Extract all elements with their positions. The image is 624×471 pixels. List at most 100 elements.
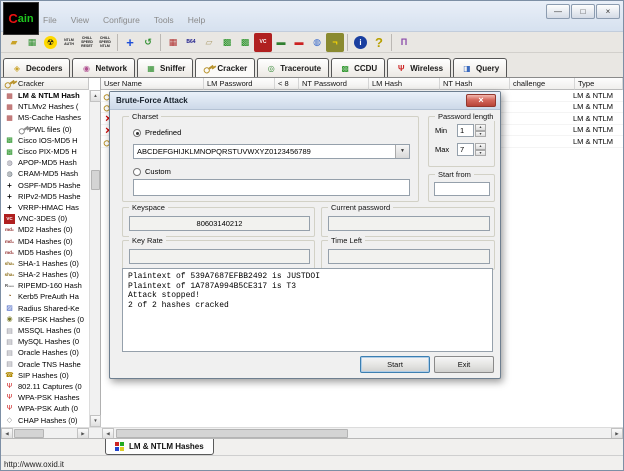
close-button[interactable]: ×	[596, 4, 620, 19]
tab-traceroute[interactable]: ◎ Traceroute	[257, 58, 329, 77]
minimize-button[interactable]: —	[546, 4, 570, 19]
scroll-down-icon[interactable]: ▼	[90, 415, 101, 427]
sidebar-item-cisco-pix-md5[interactable]: ▩ Cisco PIX-MD5 H	[1, 146, 89, 157]
menu-item[interactable]: Configure	[103, 15, 140, 25]
tab-cracker[interactable]: Cracker	[195, 58, 255, 77]
card-file-icon[interactable]: ▦	[23, 33, 41, 52]
sidebar-item-sha1-hashes[interactable]: sha₁ SHA-1 Hashes (0)	[1, 258, 89, 269]
lsa-monitor-icon[interactable]: ▩	[218, 33, 236, 52]
toolbar-separator[interactable]	[391, 34, 392, 51]
scrollbar-thumb[interactable]	[14, 429, 44, 438]
tab-network[interactable]: ◉ Network	[72, 58, 135, 77]
sidebar-item-ripv2-md5[interactable]: + RIPv2-MD5 Hashe	[1, 191, 89, 202]
toolbar-separator[interactable]	[117, 34, 118, 51]
toolbar-separator[interactable]	[347, 34, 348, 51]
sidebar-item-md4-hashes[interactable]: md₄ MD4 Hashes (0)	[1, 235, 89, 246]
sidebar-item-80211-captures[interactable]: Ψ 802.11 Captures (0	[1, 381, 89, 392]
sidebar-item-apop-md5[interactable]: ◍ APOP-MD5 Hash	[1, 157, 89, 168]
exit-button[interactable]: Exit	[434, 356, 494, 373]
sidebar-item-sip-hashes[interactable]: ☎ SIP Hashes (0)	[1, 370, 89, 381]
sidebar-item-vrrp-hmac[interactable]: + VRRP-HMAC Has	[1, 202, 89, 213]
scrollbar-thumb[interactable]	[116, 429, 348, 438]
sidebar-item-mssql-hashes[interactable]: ▤ MSSQL Hashes (0	[1, 325, 89, 336]
stepper-arrows[interactable]: ▲▼	[475, 124, 486, 137]
dialog-title-bar[interactable]: Brute-Force Attack	[110, 92, 500, 110]
green-box-icon[interactable]: ▬	[272, 33, 290, 52]
sidebar-item-cisco-ios-md5[interactable]: ▩ Cisco IOS-MD5 H	[1, 135, 89, 146]
spiral-icon[interactable]: ◍	[308, 33, 326, 52]
title-bar[interactable]: File View Configure Tools Help — □ ×	[1, 1, 623, 32]
sidebar-vertical-scrollbar[interactable]: ▲ ▼	[89, 90, 100, 427]
radioactive-icon[interactable]: ☢	[44, 36, 57, 49]
arrow-down-icon[interactable]: ▼	[475, 131, 486, 138]
column-lm-hash[interactable]: LM Hash	[369, 78, 440, 90]
exit-column-icon[interactable]: Π	[395, 33, 413, 52]
tree-header-cracker[interactable]: Cracker	[1, 78, 89, 90]
sidebar-item-wpa-psk-auth[interactable]: Ψ WPA-PSK Auth (0	[1, 403, 89, 414]
tab-query[interactable]: ◨ Query	[453, 58, 507, 77]
sidebar-item-kerb5-preauth[interactable]: ◔ Kerb5 PreAuth Ha	[1, 291, 89, 302]
red-card-icon[interactable]: ▦	[164, 33, 182, 52]
column-lm-password[interactable]: LM Password	[204, 78, 275, 90]
predefined-radio[interactable]: Predefined	[133, 128, 181, 137]
notepad-icon[interactable]: ▱	[200, 33, 218, 52]
maximize-button[interactable]: □	[571, 4, 595, 19]
tab-wireless[interactable]: Ψ Wireless	[387, 58, 451, 77]
help-icon[interactable]: ?	[370, 33, 388, 52]
column-nt-password[interactable]: NT Password	[299, 78, 369, 90]
stepper-arrows[interactable]: ▲▼	[475, 143, 486, 156]
column-user-name[interactable]: User Name	[101, 78, 204, 90]
start-button[interactable]: Start	[360, 356, 430, 373]
sidebar-item-md5-hashes[interactable]: md₅ MD5 Hashes (0)	[1, 247, 89, 258]
arrow-down-icon[interactable]: ▼	[475, 150, 486, 157]
attack-output-log[interactable]: Plaintext of 539A7687EFBB2492 is JUSTDOI…	[122, 268, 493, 352]
sidebar-item-ms-cache-hashes[interactable]: ▦ MS-Cache Hashes	[1, 112, 89, 123]
sidebar-item-oracle-hashes[interactable]: ▤ Oracle Hashes (0)	[1, 347, 89, 358]
vnc-icon[interactable]: VC	[254, 33, 272, 52]
tab-lm-ntlm-hashes[interactable]: LM & NTLM Hashes	[105, 439, 214, 455]
custom-charset-input[interactable]	[133, 179, 410, 196]
sidebar-item-vnc-3des[interactable]: VC VNC-3DES (0)	[1, 213, 89, 224]
rsa-box-icon[interactable]: ▬	[290, 33, 308, 52]
lsa-monitor2-icon[interactable]: ▩	[236, 33, 254, 52]
column-challenge[interactable]: challenge	[510, 78, 575, 90]
column-lt8[interactable]: < 8	[275, 78, 299, 90]
olive-key-icon[interactable]: ¬	[326, 33, 344, 52]
toolbar-separator[interactable]	[160, 34, 161, 51]
sidebar-item-mysql-hashes[interactable]: ▤ MySQL Hashes (0	[1, 336, 89, 347]
sidebar-item-chap-hashes[interactable]: ◇ CHAP Hashes (0)	[1, 414, 89, 425]
sidebar-item-ntlmv2-hashes[interactable]: ▦ NTLMv2 Hashes (	[1, 101, 89, 112]
column-type[interactable]: Type	[575, 78, 623, 90]
chevron-down-icon[interactable]: ▼	[395, 145, 409, 158]
scroll-up-icon[interactable]: ▲	[90, 90, 101, 102]
trash-icon[interactable]: ↺	[139, 33, 157, 52]
sidebar-item-ripemd160[interactable]: R₁₆₀ RIPEMD-160 Hash	[1, 280, 89, 291]
sidebar-item-radius-shared[interactable]: ▨ Radius Shared-Ke	[1, 303, 89, 314]
menu-item[interactable]: File	[43, 15, 57, 25]
sidebar-item-cram-md5[interactable]: ◍ CRAM-MD5 Hash	[1, 168, 89, 179]
menu-item[interactable]: Tools	[154, 15, 174, 25]
dialog-close-button[interactable]: ×	[466, 94, 496, 107]
base64-icon[interactable]: B64	[182, 33, 200, 52]
menu-item[interactable]: Help	[188, 15, 205, 25]
custom-radio[interactable]: Custom	[133, 167, 171, 176]
sidebar-item-oracle-tns[interactable]: ▤ Oracle TNS Hashe	[1, 359, 89, 370]
chill-speed-ntlm-icon[interactable]: CHILL SPEED NTLM	[96, 33, 114, 52]
tab-decoders[interactable]: ◈ Decoders	[3, 58, 70, 77]
start-from-input[interactable]	[434, 182, 490, 196]
sidebar-item-md2-hashes[interactable]: md₂ MD2 Hashes (0)	[1, 224, 89, 235]
predefined-charset-select[interactable]: ABCDEFGHIJKLMNOPQRSTUVWXYZ0123456789 ▼	[133, 144, 410, 159]
max-length-stepper[interactable]: 7	[457, 143, 474, 156]
sidebar-item-ike-psk[interactable]: ◉ IKE-PSK Hashes (0	[1, 314, 89, 325]
sidebar-item-ospf-md5[interactable]: + OSPF-MD5 Hashe	[1, 180, 89, 191]
tab-sniffer[interactable]: ▦ Sniffer	[137, 58, 193, 77]
sidebar-item-wpa-psk-hashes[interactable]: Ψ WPA-PSK Hashes	[1, 392, 89, 403]
sidebar-item-sha2-hashes[interactable]: sha₂ SHA-2 Hashes (0)	[1, 269, 89, 280]
menu-item[interactable]: View	[71, 15, 89, 25]
sidebar-item-pwl-files[interactable]: PWL files (0)	[1, 124, 89, 135]
info-icon[interactable]: i	[354, 36, 367, 49]
ntlm-auth-icon[interactable]: NTLM AUTH	[60, 33, 78, 52]
chill-speed-reset-icon[interactable]: CHILL SPEED RESET	[78, 33, 96, 52]
tab-ccdu[interactable]: ▩ CCDU	[331, 58, 385, 77]
add-item-icon[interactable]: +	[121, 33, 139, 52]
